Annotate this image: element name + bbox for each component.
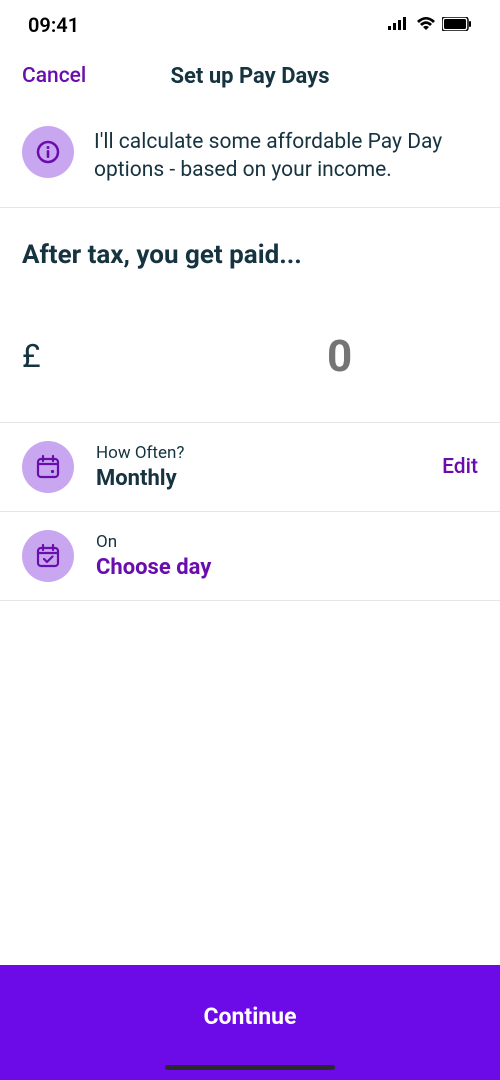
cancel-button[interactable]: Cancel xyxy=(22,64,86,88)
calendar-icon xyxy=(22,441,74,493)
nav-bar: Cancel Set up Pay Days xyxy=(0,50,500,102)
info-text: I'll calculate some affordable Pay Day o… xyxy=(94,126,478,185)
day-content: On Choose day xyxy=(96,532,478,580)
status-time: 09:41 xyxy=(28,13,79,37)
calendar-check-icon xyxy=(22,530,74,582)
frequency-value: Monthly xyxy=(96,466,420,491)
frequency-content: How Often? Monthly xyxy=(96,443,420,491)
frequency-row[interactable]: How Often? Monthly Edit xyxy=(0,423,500,512)
frequency-label: How Often? xyxy=(96,443,420,463)
home-indicator[interactable] xyxy=(165,1065,335,1070)
status-icons xyxy=(388,16,472,35)
battery-icon xyxy=(442,16,472,35)
wifi-icon xyxy=(416,16,436,35)
continue-bar: Continue xyxy=(0,965,500,1080)
edit-frequency-button[interactable]: Edit xyxy=(442,455,478,479)
day-label: On xyxy=(96,532,478,552)
day-row[interactable]: On Choose day xyxy=(0,512,500,601)
amount-section: £ xyxy=(0,270,500,423)
status-bar: 09:41 xyxy=(0,0,500,50)
page-title: Set up Pay Days xyxy=(170,64,329,89)
info-icon xyxy=(22,126,74,178)
section-heading: After tax, you get paid... xyxy=(0,208,500,270)
amount-input[interactable] xyxy=(61,330,500,382)
currency-symbol: £ xyxy=(22,337,41,375)
info-section: I'll calculate some affordable Pay Day o… xyxy=(0,102,500,208)
day-value: Choose day xyxy=(96,555,478,580)
continue-button[interactable]: Continue xyxy=(164,988,337,1045)
signal-icon xyxy=(388,16,410,35)
